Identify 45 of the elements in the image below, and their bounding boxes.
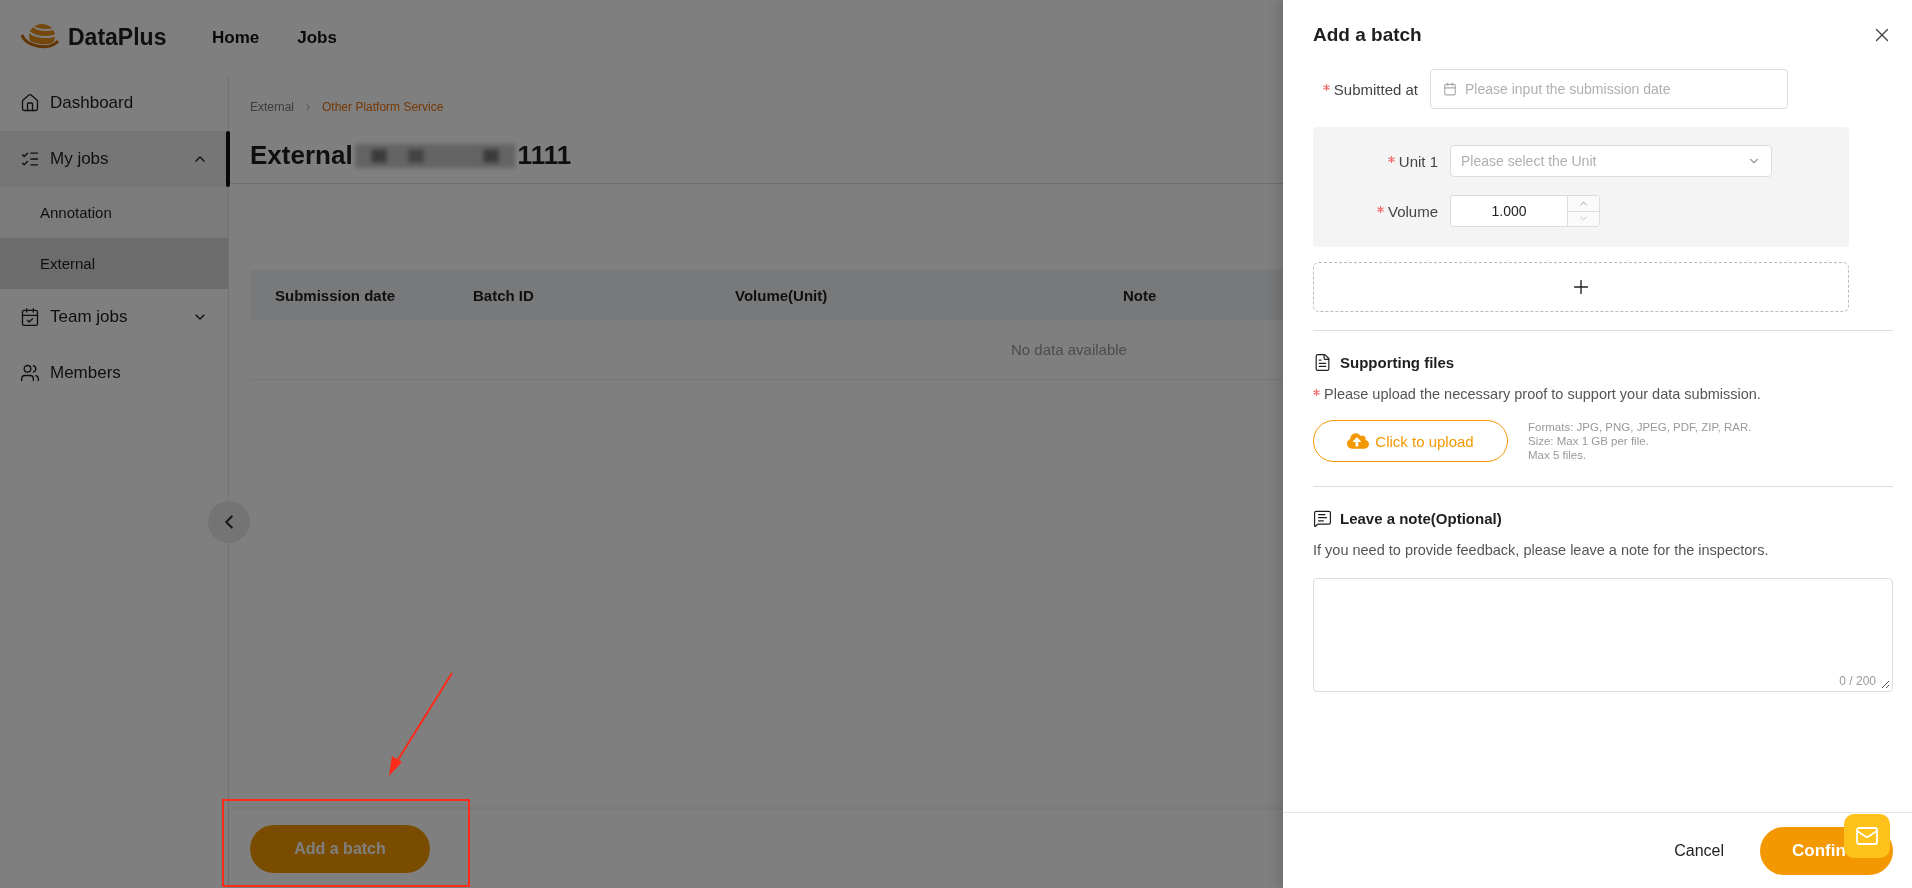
sidebar-item[interactable]: Members (0, 345, 228, 401)
sidebar-subitem[interactable]: External (0, 238, 228, 289)
sidebar-item[interactable]: Dashboard (0, 75, 228, 131)
unit-select[interactable]: Please select the Unit (1450, 145, 1772, 177)
message-icon (1313, 509, 1332, 528)
sidebar-subitem[interactable]: Annotation (0, 187, 228, 238)
drawer-title: Add a batch (1313, 24, 1422, 46)
column-header: Note (1123, 286, 1158, 304)
upload-hint: Size: Max 1 GB per file. (1528, 435, 1650, 447)
cloud-upload-icon (1347, 430, 1370, 452)
volume-input[interactable]: 1.000 (1450, 195, 1600, 227)
character-counter: 0 / 200 (1839, 674, 1876, 688)
column-header: Submission date (275, 286, 397, 304)
sidebar-item[interactable]: Team jobs (0, 289, 228, 345)
sidebar-item[interactable]: My jobs (0, 131, 228, 187)
column-header: Volume(Unit) (735, 286, 829, 304)
date-field[interactable]: Please input the submission date (1430, 69, 1788, 109)
upload-hint: Formats: JPG, PNG, JPEG, PDF, ZIP, RAR. (1528, 421, 1752, 433)
note-instruction: If you need to provide feedback, please leave a note for the inspectors. (1313, 542, 1770, 558)
page-title-suffix: 1111 (517, 140, 572, 171)
breadcrumb-link[interactable]: Other Platform Service (322, 100, 444, 114)
add-unit-button[interactable] (1313, 262, 1849, 312)
logo-text: DataPlus (68, 24, 167, 51)
field-label: Volume (1313, 202, 1438, 220)
breadcrumb-link[interactable]: External (250, 100, 295, 114)
calendar-icon (1443, 82, 1457, 96)
collapse-button[interactable] (208, 501, 250, 543)
note-textarea[interactable]: 0 / 200 (1313, 578, 1893, 692)
column-header: Batch ID (473, 286, 535, 304)
page-title: External (250, 140, 353, 171)
mail-button[interactable] (1844, 814, 1890, 858)
upload-button[interactable]: Click to upload (1313, 420, 1508, 462)
mail-icon (1855, 824, 1879, 848)
upload-instruction: Please upload the necessary proof to support your data submission. (1324, 386, 1761, 402)
cancel-button[interactable]: Cancel (1668, 840, 1730, 861)
upload-hint: Max 5 files. (1528, 449, 1588, 461)
field-label: Submitted at (1313, 80, 1418, 98)
field-label: Unit 1 (1313, 152, 1438, 170)
resize-handle-icon (1881, 680, 1890, 689)
section-title: Leave a note(Optional) (1340, 510, 1502, 527)
nav-link[interactable]: Home (212, 27, 260, 48)
section-title: Supporting files (1340, 354, 1455, 371)
nav-link[interactable]: Jobs (297, 27, 337, 48)
increment-button[interactable] (1568, 196, 1599, 211)
file-icon (1313, 353, 1332, 372)
